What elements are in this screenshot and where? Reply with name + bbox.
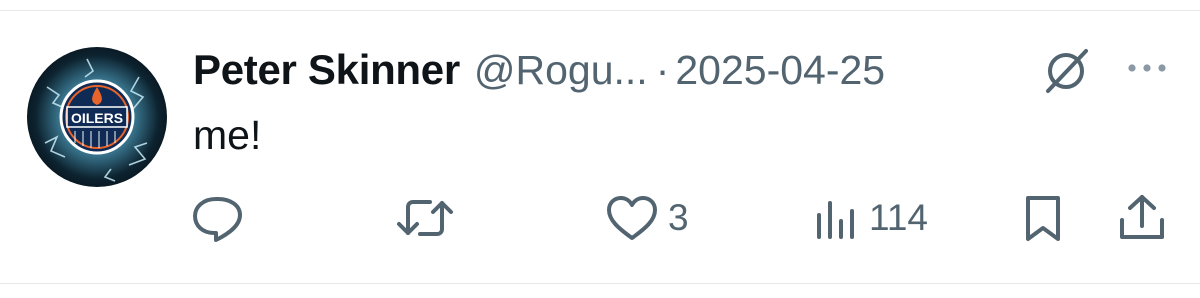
views-count: 114 <box>869 197 928 238</box>
views-button[interactable]: 114 <box>811 190 928 246</box>
header-separator: · <box>655 46 670 93</box>
bar-chart-icon <box>811 193 861 243</box>
bookmark-icon <box>1018 192 1068 244</box>
bottom-divider <box>0 283 1200 284</box>
grok-icon[interactable] <box>1040 45 1094 95</box>
like-count: 3 <box>668 197 689 238</box>
heart-icon <box>604 193 660 243</box>
reply-button[interactable] <box>190 190 254 246</box>
reply-bubble-icon <box>190 193 246 243</box>
tweet-header: Peter Skinner @Rogu... · 2025-04-25 <box>193 42 885 98</box>
author-name[interactable]: Peter Skinner <box>193 46 460 94</box>
like-button[interactable]: 3 <box>604 190 689 246</box>
more-dots-icon[interactable] <box>1124 55 1170 81</box>
author-handle[interactable]: @Rogu... <box>474 47 648 94</box>
bookmark-button[interactable] <box>1018 190 1068 246</box>
retweet-button[interactable] <box>394 190 464 246</box>
top-divider <box>0 10 1200 11</box>
share-button[interactable] <box>1114 190 1170 246</box>
oilers-logo-avatar-icon: OILERS <box>27 47 167 187</box>
avatar[interactable]: OILERS <box>27 47 167 187</box>
tweet-date[interactable]: 2025-04-25 <box>675 47 885 94</box>
avatar-logo-text: OILERS <box>71 110 123 126</box>
share-upload-icon <box>1114 192 1170 244</box>
retweet-icon <box>394 193 456 243</box>
tweet-text: me! <box>193 112 262 158</box>
tweet-card[interactable]: OILERS Peter Skinner @Rogu... · 2025-04-… <box>0 0 1200 298</box>
